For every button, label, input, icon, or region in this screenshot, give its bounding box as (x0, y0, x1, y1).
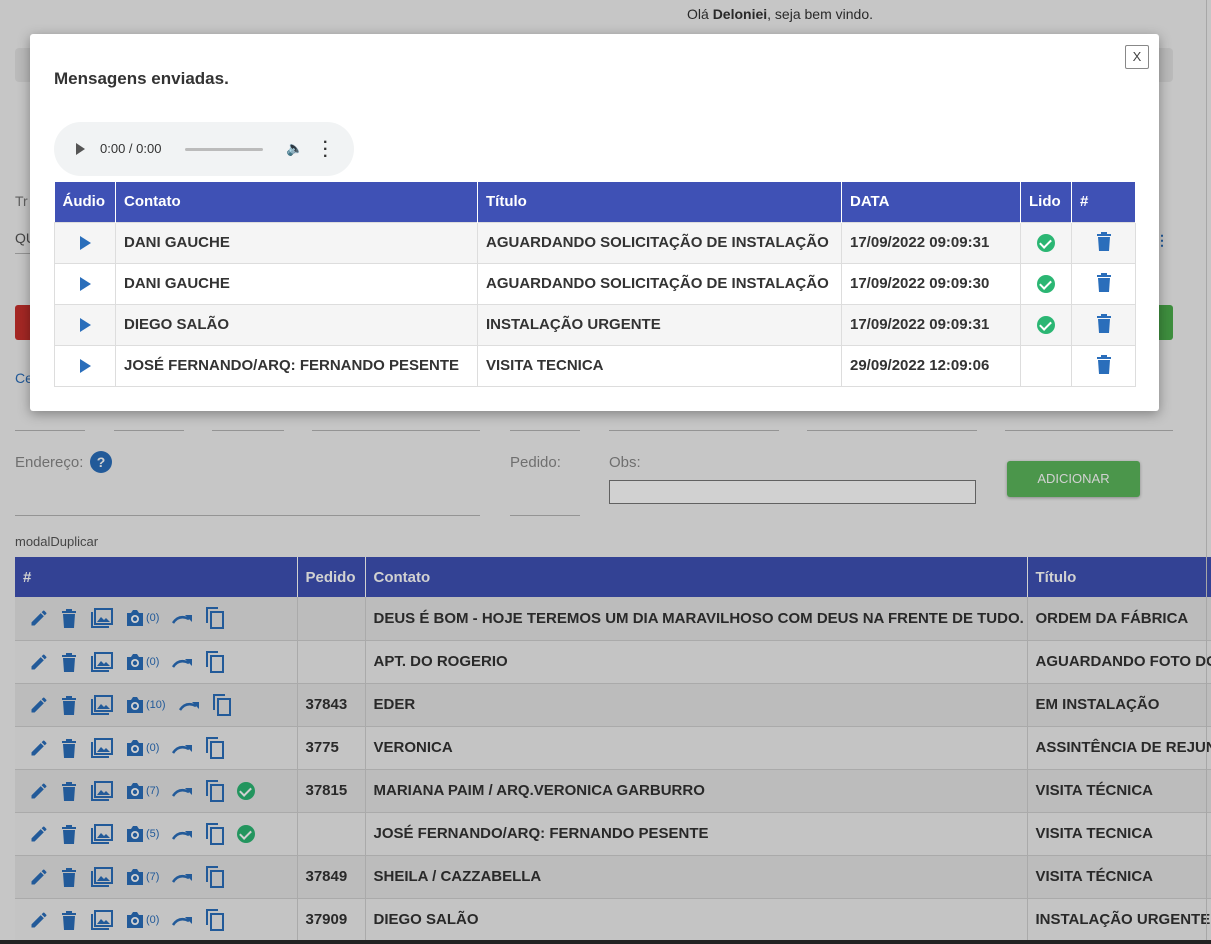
date-cell: 17/09/2022 09:09:31 (841, 303, 1021, 346)
trash-icon[interactable] (1096, 231, 1112, 255)
close-button[interactable]: X (1125, 45, 1149, 69)
read-cell (1020, 221, 1072, 264)
read-cell (1020, 303, 1072, 346)
more-options-icon[interactable]: · · · (323, 135, 328, 165)
audio-progress-slider[interactable] (185, 148, 263, 151)
trash-icon[interactable] (1096, 272, 1112, 296)
check-icon (1037, 274, 1055, 293)
audio-player[interactable]: 0:00 / 0:00 🔈 · · · (54, 122, 354, 176)
check-icon (1037, 315, 1055, 334)
delete-cell (1071, 344, 1136, 387)
header-read: Lido (1020, 182, 1072, 222)
play-icon[interactable] (79, 318, 91, 333)
trash-icon[interactable] (1096, 354, 1112, 378)
title-cell: VISITA TECNICA (477, 344, 842, 387)
header-hash: # (1071, 182, 1136, 222)
modal-title: Mensagens enviadas. (54, 69, 229, 88)
play-icon[interactable] (79, 359, 91, 374)
message-row: DANI GAUCHE AGUARDANDO SOLICITAÇÃO DE INS… (54, 221, 1136, 264)
messages-table: Áudio Contato Título DATA Lido # DANI GA… (54, 182, 1136, 387)
audio-time: 0:00 / 0:00 (100, 141, 162, 156)
messages-header-row: Áudio Contato Título DATA Lido # (54, 182, 1136, 222)
header-title: Título (477, 182, 842, 222)
date-cell: 17/09/2022 09:09:31 (841, 221, 1021, 264)
contact-cell: DIEGO SALÃO (115, 303, 478, 346)
message-row: JOSÉ FERNANDO/ARQ: FERNANDO PESENTE VISIT… (54, 344, 1136, 387)
read-cell (1020, 344, 1072, 387)
message-row: DANI GAUCHE AGUARDANDO SOLICITAÇÃO DE INS… (54, 262, 1136, 305)
title-cell: INSTALAÇÃO URGENTE (477, 303, 842, 346)
check-icon (1037, 233, 1055, 252)
header-date: DATA (841, 182, 1021, 222)
audio-cell (54, 303, 116, 346)
contact-cell: JOSÉ FERNANDO/ARQ: FERNANDO PESENTE (115, 344, 478, 387)
date-cell: 29/09/2022 12:09:06 (841, 344, 1021, 387)
volume-icon[interactable]: 🔈 (286, 140, 303, 157)
title-cell: AGUARDANDO SOLICITAÇÃO DE INSTALAÇÃO (477, 221, 842, 264)
date-cell: 17/09/2022 09:09:30 (841, 262, 1021, 305)
title-cell: AGUARDANDO SOLICITAÇÃO DE INSTALAÇÃO (477, 262, 842, 305)
delete-cell (1071, 262, 1136, 305)
sent-messages-modal: Mensagens enviadas. X 0:00 / 0:00 🔈 · · · … (30, 34, 1159, 411)
read-cell (1020, 262, 1072, 305)
play-icon[interactable] (76, 143, 85, 155)
header-audio: Áudio (54, 182, 116, 222)
audio-cell (54, 221, 116, 264)
contact-cell: DANI GAUCHE (115, 221, 478, 264)
header-contact: Contato (115, 182, 478, 222)
play-icon[interactable] (79, 277, 91, 292)
delete-cell (1071, 303, 1136, 346)
message-row: DIEGO SALÃO INSTALAÇÃO URGENTE 17/09/2022 … (54, 303, 1136, 346)
delete-cell (1071, 221, 1136, 264)
play-icon[interactable] (79, 236, 91, 251)
trash-icon[interactable] (1096, 313, 1112, 337)
audio-cell (54, 262, 116, 305)
taskbar-edge (0, 940, 1211, 944)
contact-cell: DANI GAUCHE (115, 262, 478, 305)
audio-cell (54, 344, 116, 387)
